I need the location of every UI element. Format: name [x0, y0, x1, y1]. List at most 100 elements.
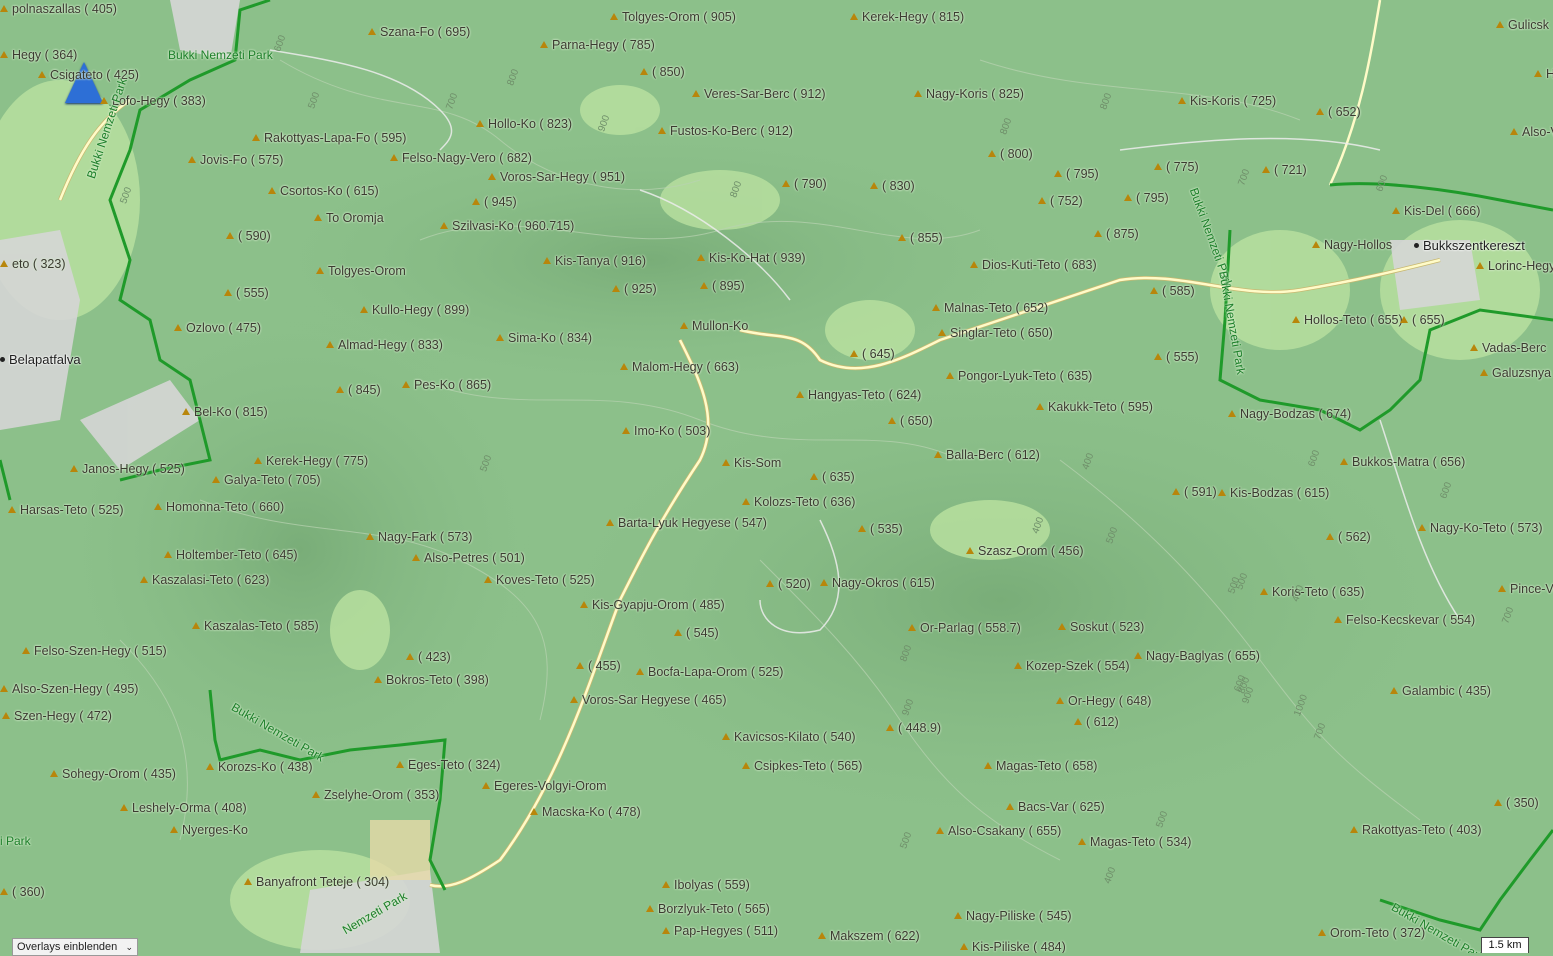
overlay-select[interactable]: Overlays einblenden ⌄: [12, 938, 138, 956]
peak-label[interactable]: polnaszallas ( 405): [0, 2, 117, 16]
peak-label[interactable]: Kozep-Szek ( 554): [1014, 659, 1130, 673]
peak-label[interactable]: ( 520): [766, 577, 811, 591]
peak-label[interactable]: ( 752): [1038, 194, 1083, 208]
peak-label[interactable]: Parna-Hegy ( 785): [540, 38, 655, 52]
peak-label[interactable]: Imo-Ko ( 503): [622, 424, 710, 438]
peak-label[interactable]: Borzlyuk-Teto ( 565): [646, 902, 770, 916]
peak-label[interactable]: Voros-Sar-Hegy ( 951): [488, 170, 625, 184]
peak-label[interactable]: Vadas-Berc: [1470, 341, 1546, 355]
peak-label[interactable]: ( 645): [850, 347, 895, 361]
peak-label[interactable]: Pes-Ko ( 865): [402, 378, 491, 392]
peak-label[interactable]: ( 855): [898, 231, 943, 245]
peak-label[interactable]: Janos-Hegy ( 525): [70, 462, 185, 476]
peak-label[interactable]: Tolgyes-Orom ( 905): [610, 10, 736, 24]
peak-label[interactable]: Pap-Hegyes ( 511): [662, 924, 778, 938]
peak-label[interactable]: Kerek-Hegy ( 815): [850, 10, 964, 24]
peak-label[interactable]: Eges-Teto ( 324): [396, 758, 500, 772]
peak-label[interactable]: Malom-Hegy ( 663): [620, 360, 739, 374]
peak-label[interactable]: ( 555): [224, 286, 269, 300]
peak-label[interactable]: He: [1534, 67, 1553, 81]
peak-label[interactable]: Macska-Ko ( 478): [530, 805, 641, 819]
peak-label[interactable]: ( 775): [1154, 160, 1199, 174]
peak-label[interactable]: Dios-Kuti-Teto ( 683): [970, 258, 1097, 272]
peak-label[interactable]: Galya-Teto ( 705): [212, 473, 321, 487]
peak-label[interactable]: ( 562): [1326, 530, 1371, 544]
peak-label[interactable]: Nagy-Okros ( 615): [820, 576, 935, 590]
peak-label[interactable]: Hegy ( 364): [0, 48, 77, 62]
peak-label[interactable]: Nyerges-Ko: [170, 823, 248, 837]
peak-label[interactable]: ( 790): [782, 177, 827, 191]
peak-label[interactable]: Mullon-Ko: [680, 319, 748, 333]
peak-label[interactable]: Koris-Teto ( 635): [1260, 585, 1364, 599]
peak-label[interactable]: Ibolyas ( 559): [662, 878, 750, 892]
peak-label[interactable]: ( 655): [1400, 313, 1445, 327]
peak-label[interactable]: Magas-Teto ( 534): [1078, 835, 1191, 849]
peak-label[interactable]: Sohegy-Orom ( 435): [50, 767, 176, 781]
peak-label[interactable]: Galuzsnya: [1480, 366, 1551, 380]
peak-label[interactable]: Kis-Tanya ( 916): [543, 254, 646, 268]
peak-label[interactable]: Ozlovo ( 475): [174, 321, 261, 335]
peak-label[interactable]: ( 585): [1150, 284, 1195, 298]
peak-label[interactable]: Nagy-Piliske ( 545): [954, 909, 1072, 923]
peak-label[interactable]: Banyafront Teteje ( 304): [244, 875, 389, 889]
peak-label[interactable]: ( 555): [1154, 350, 1199, 364]
peak-label[interactable]: ( 925): [612, 282, 657, 296]
peak-label[interactable]: ( 591): [1172, 485, 1217, 499]
peak-label[interactable]: Szasz-Orom ( 456): [966, 544, 1084, 558]
peak-label[interactable]: Felso-Kecskevar ( 554): [1334, 613, 1475, 627]
peak-label[interactable]: Bacs-Var ( 625): [1006, 800, 1105, 814]
peak-label[interactable]: Jovis-Fo ( 575): [188, 153, 283, 167]
peak-label[interactable]: Nagy-Baglyas ( 655): [1134, 649, 1260, 663]
peak-label[interactable]: Or-Parlag ( 558.7): [908, 621, 1021, 635]
peak-label[interactable]: Bel-Ko ( 815): [182, 405, 268, 419]
town-label[interactable]: Belapatfalva: [0, 352, 81, 367]
peak-label[interactable]: ( 448.9): [886, 721, 941, 735]
peak-label[interactable]: Kakukk-Teto ( 595): [1036, 400, 1153, 414]
peak-label[interactable]: Bokros-Teto ( 398): [374, 673, 489, 687]
peak-label[interactable]: ( 945): [472, 195, 517, 209]
peak-label[interactable]: ( 455): [576, 659, 621, 673]
peak-label[interactable]: ( 795): [1124, 191, 1169, 205]
peak-label[interactable]: Gulicsk: [1496, 18, 1549, 32]
peak-label[interactable]: Csipkes-Teto ( 565): [742, 759, 862, 773]
peak-label[interactable]: ( 875): [1094, 227, 1139, 241]
peak-label[interactable]: Kaszalas-Teto ( 585): [192, 619, 319, 633]
peak-label[interactable]: ( 830): [870, 179, 915, 193]
peak-label[interactable]: ( 652): [1316, 105, 1361, 119]
peak-label[interactable]: Nagy-Ko-Teto ( 573): [1418, 521, 1543, 535]
peak-label[interactable]: Balla-Berc ( 612): [934, 448, 1040, 462]
peak-label[interactable]: Rakottyas-Teto ( 403): [1350, 823, 1482, 837]
peak-label[interactable]: ( 850): [640, 65, 685, 79]
peak-label[interactable]: Also-Szen-Hegy ( 495): [0, 682, 138, 696]
map-canvas[interactable]: polnaszallas ( 405) Hegy ( 364) Csigateto …: [0, 0, 1553, 953]
peak-label[interactable]: eto ( 323): [0, 257, 66, 271]
peak-label[interactable]: Rakottyas-Lapa-Fo ( 595): [252, 131, 406, 145]
peak-label[interactable]: Csortos-Ko ( 615): [268, 184, 379, 198]
peak-label[interactable]: Hollo-Ko ( 823): [476, 117, 572, 131]
peak-label[interactable]: ( 423): [406, 650, 451, 664]
peak-label[interactable]: Also-Csakany ( 655): [936, 824, 1061, 838]
peak-label[interactable]: Also-Petres ( 501): [412, 551, 525, 565]
peak-label[interactable]: Kis-Piliske ( 484): [960, 940, 1066, 953]
peak-label[interactable]: Kis-Ko-Hat ( 939): [697, 251, 806, 265]
peak-label[interactable]: Bukkos-Matra ( 656): [1340, 455, 1465, 469]
peak-label[interactable]: Soskut ( 523): [1058, 620, 1144, 634]
peak-label[interactable]: Galambic ( 435): [1390, 684, 1491, 698]
peak-label[interactable]: ( 895): [700, 279, 745, 293]
peak-label[interactable]: Nagy-Koris ( 825): [914, 87, 1024, 101]
peak-label[interactable]: Harsas-Teto ( 525): [8, 503, 124, 517]
peak-label[interactable]: Nagy-Fark ( 573): [366, 530, 472, 544]
peak-label[interactable]: Makszem ( 622): [818, 929, 920, 943]
peak-label[interactable]: Almad-Hegy ( 833): [326, 338, 443, 352]
peak-label[interactable]: Kis-Bodzas ( 615): [1218, 486, 1329, 500]
peak-label[interactable]: Orom-Teto ( 372): [1318, 926, 1425, 940]
peak-label[interactable]: Barta-Lyuk Hegyese ( 547): [606, 516, 767, 530]
peak-label[interactable]: Szana-Fo ( 695): [368, 25, 470, 39]
peak-label[interactable]: Bocfa-Lapa-Orom ( 525): [636, 665, 783, 679]
peak-label[interactable]: Kavicsos-Kilato ( 540): [722, 730, 856, 744]
peak-label[interactable]: ( 612): [1074, 715, 1119, 729]
peak-label[interactable]: Magas-Teto ( 658): [984, 759, 1097, 773]
peak-label[interactable]: Kis-Koris ( 725): [1178, 94, 1276, 108]
peak-label[interactable]: Veres-Sar-Berc ( 912): [692, 87, 826, 101]
peak-label[interactable]: ( 721): [1262, 163, 1307, 177]
